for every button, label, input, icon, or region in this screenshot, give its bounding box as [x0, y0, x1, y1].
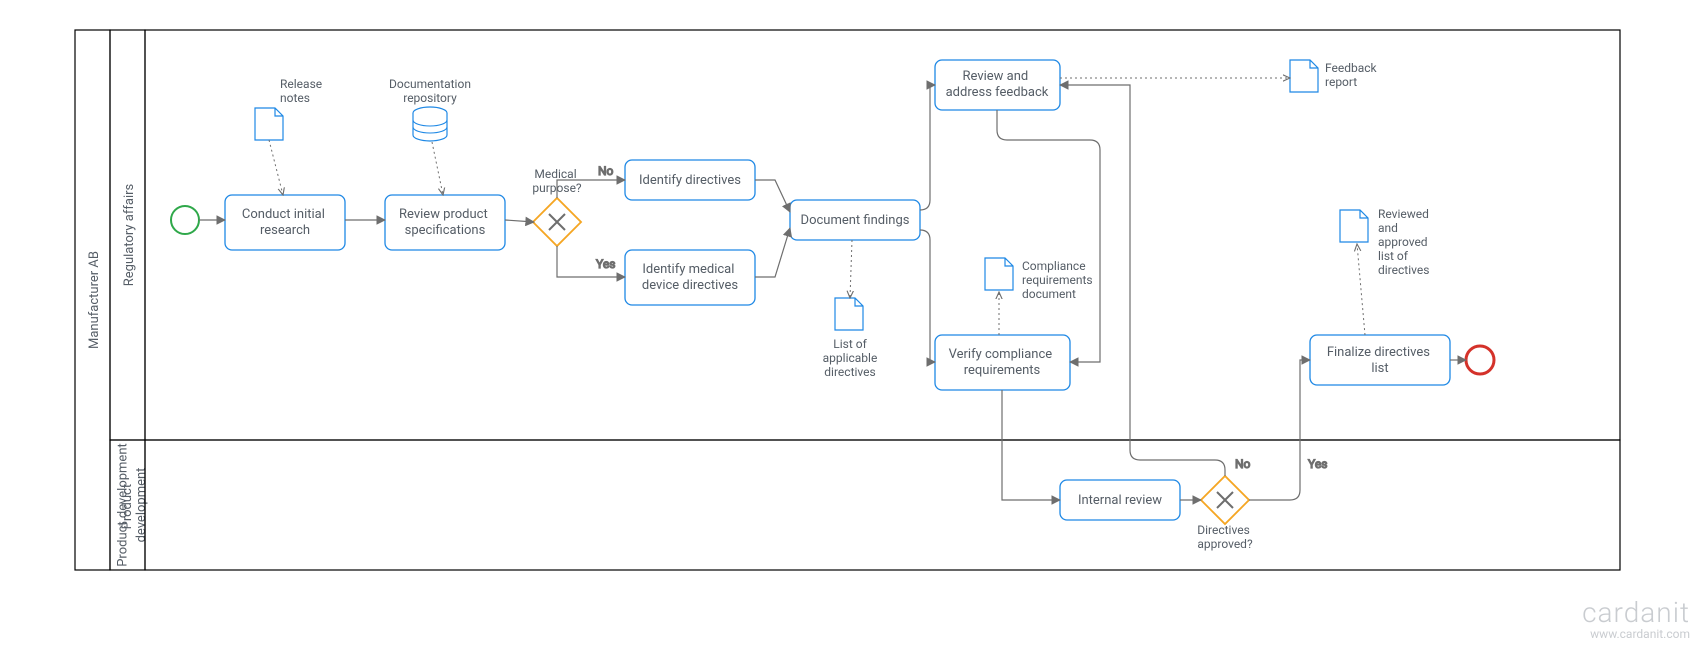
artifact-doc-repo: Documentationrepository [389, 77, 471, 195]
task-doc-findings: Document findings [790, 200, 920, 240]
svg-text:Documentationrepository: Documentationrepository [389, 77, 471, 105]
svg-text:Compliancerequirementsdocument: Compliancerequirementsdocument [1022, 259, 1093, 301]
task-verify-comp: Verify compliance requirements [935, 335, 1070, 390]
end-event [1466, 346, 1494, 374]
svg-text:Review product specifica: Review product specifications [399, 207, 491, 238]
svg-text:Identify medical device: Identify medical device directives [642, 262, 739, 293]
gateway-directives-approved: Directives approved? [1197, 476, 1253, 551]
branding: cardanit www.cardanit.com [1582, 596, 1690, 641]
edge-yes-1: Yes [596, 257, 615, 271]
start-event [171, 206, 199, 234]
svg-text:Feedbackreport: Feedbackreport [1325, 61, 1378, 89]
svg-text:cardanit: cardanit [1582, 596, 1690, 629]
artifact-release-notes: Releasenotes [255, 77, 322, 195]
edge-no-2: No [1235, 457, 1251, 471]
edge-no-1: No [598, 164, 614, 178]
edge-yes-2: Yes [1308, 457, 1327, 471]
svg-text:Internal review: Internal review [1078, 493, 1162, 508]
lane-label-reg: Regulatory affairs [122, 183, 137, 286]
artifact-feedback-report: Feedbackreport [1060, 60, 1378, 92]
pool-label: Manufacturer AB [87, 251, 102, 349]
gateway-medical-purpose: Medical purpose? [532, 167, 582, 246]
artifact-list-dir: List ofapplicabledirectives [823, 240, 878, 379]
artifact-reviewed-list: Reviewedandapprovedlist ofdirectives [1340, 207, 1429, 335]
artifact-compliance-doc: Compliancerequirementsdocument [985, 258, 1093, 335]
svg-text:Directives approved?: Directives approved? [1197, 523, 1253, 551]
task-research-l2: research [260, 223, 310, 238]
task-research-l1: Conduct initial [242, 207, 325, 222]
bpmn-diagram: Manufacturer AB Regulatory affairs Produ… [0, 0, 1700, 652]
svg-text:Verify compliance requir: Verify compliance requirements [949, 347, 1056, 378]
svg-text:Releasenotes: Releasenotes [280, 77, 322, 105]
task-research: Conduct initial research [225, 195, 345, 250]
task-review-feedback: Review and address feedback [935, 60, 1060, 110]
svg-text:Reviewedandapprovedlist ofdire: Reviewedandapprovedlist ofdirectives [1378, 207, 1429, 277]
task-review-spec: Review product specifications [385, 195, 505, 250]
sequence-flows: No Yes No Yes [199, 85, 1466, 500]
task-identify-med: Identify medical device directives [625, 250, 755, 305]
task-identify-dir: Identify directives [625, 160, 755, 200]
task-finalize: Finalize directives list [1310, 335, 1450, 385]
task-internal-review: Internal review [1060, 480, 1180, 520]
svg-text:Identify directives: Identify directives [639, 173, 741, 188]
svg-text:List ofapplicabledirectives: List ofapplicabledirectives [823, 337, 878, 379]
svg-text:Document findings: Document findings [801, 213, 910, 228]
svg-text:www.cardanit.com: www.cardanit.com [1590, 627, 1690, 641]
